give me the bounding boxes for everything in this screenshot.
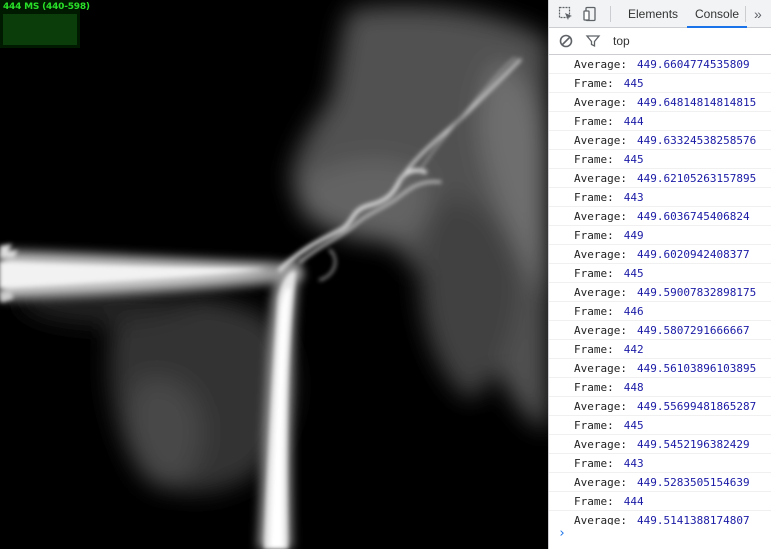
console-log-entry: Frame: 445 xyxy=(549,264,771,283)
log-label: Average: xyxy=(574,514,627,525)
filter-icon[interactable] xyxy=(585,33,601,49)
console-log-entry: Average: 449.64814814814815 xyxy=(549,93,771,112)
console-log-entry: Frame: 448 xyxy=(549,378,771,397)
log-value: 448 xyxy=(623,381,644,394)
devtools-panel: Elements Console » top Average: 449.66047… xyxy=(548,0,771,549)
log-value: 445 xyxy=(623,419,644,432)
log-label: Average: xyxy=(574,248,627,261)
console-log-entry: Average: 449.55699481865287 xyxy=(549,397,771,416)
log-value: 449.5452196382429 xyxy=(636,438,750,451)
console-log-entry: Frame: 444 xyxy=(549,112,771,131)
console-log[interactable]: Average: 449.6604774535809 Frame: 445 Averag… xyxy=(549,55,771,525)
more-tabs-button[interactable]: » xyxy=(754,0,762,28)
log-label: Frame: xyxy=(574,115,614,128)
log-label: Frame: xyxy=(574,153,614,166)
console-log-entry: Average: 449.6036745406824 xyxy=(549,207,771,226)
log-label: Average: xyxy=(574,134,627,147)
log-value: 443 xyxy=(623,457,644,470)
console-log-entry: Frame: 445 xyxy=(549,74,771,93)
clear-console-icon[interactable] xyxy=(558,33,574,49)
execution-context-selector[interactable]: top xyxy=(613,34,630,48)
console-log-entry: Frame: 445 xyxy=(549,416,771,435)
devtools-tab-bar: Elements Console » xyxy=(549,0,771,28)
tab-elements[interactable]: Elements xyxy=(628,0,678,28)
console-log-entry: Frame: 444 xyxy=(549,492,771,511)
console-log-entry: Average: 449.59007832898175 xyxy=(549,283,771,302)
log-label: Frame: xyxy=(574,77,614,90)
log-value: 449.5807291666667 xyxy=(636,324,750,337)
console-log-entry: Frame: 446 xyxy=(549,302,771,321)
prompt-chevron-icon: › xyxy=(558,526,566,541)
log-label: Frame: xyxy=(574,495,614,508)
log-value: 449.63324538258576 xyxy=(636,134,757,147)
console-log-entry: Average: 449.62105263157895 xyxy=(549,169,771,188)
log-value: 445 xyxy=(623,153,644,166)
console-toolbar: top xyxy=(549,28,771,55)
log-label: Average: xyxy=(574,324,627,337)
console-log-entry: Frame: 442 xyxy=(549,340,771,359)
log-label: Average: xyxy=(574,438,627,451)
log-value: 449.5283505154639 xyxy=(636,476,750,489)
log-value: 449.56103896103895 xyxy=(636,362,757,375)
log-value: 449.55699481865287 xyxy=(636,400,757,413)
console-log-entry: Average: 449.5141388174807 xyxy=(549,511,771,525)
log-value: 449.6020942408377 xyxy=(636,248,750,261)
log-value: 444 xyxy=(623,115,644,128)
log-label: Average: xyxy=(574,286,627,299)
log-label: Average: xyxy=(574,58,627,71)
toolbar-divider xyxy=(745,6,746,22)
log-value: 449.59007832898175 xyxy=(636,286,757,299)
log-value: 449.5141388174807 xyxy=(636,514,750,525)
inspect-element-icon[interactable] xyxy=(558,6,574,22)
log-label: Average: xyxy=(574,96,627,109)
log-value: 445 xyxy=(623,77,644,90)
log-label: Frame: xyxy=(574,191,614,204)
simulation-canvas[interactable]: 444 MS (440-598) xyxy=(0,0,548,549)
log-label: Frame: xyxy=(574,457,614,470)
fps-stats-panel[interactable]: 444 MS (440-598) xyxy=(0,0,90,48)
log-label: Frame: xyxy=(574,419,614,432)
log-value: 446 xyxy=(623,305,644,318)
log-label: Average: xyxy=(574,210,627,223)
console-log-entry: Average: 449.5807291666667 xyxy=(549,321,771,340)
log-value: 449.62105263157895 xyxy=(636,172,757,185)
log-value: 442 xyxy=(623,343,644,356)
log-label: Frame: xyxy=(574,305,614,318)
frame-time-readout: 444 MS (440-598) xyxy=(3,2,90,12)
log-label: Average: xyxy=(574,362,627,375)
log-value: 443 xyxy=(623,191,644,204)
toolbar-divider xyxy=(610,6,611,22)
console-log-entry: Average: 449.5283505154639 xyxy=(549,473,771,492)
log-label: Frame: xyxy=(574,343,614,356)
console-log-entry: Average: 449.5452196382429 xyxy=(549,435,771,454)
console-log-entry: Frame: 443 xyxy=(549,454,771,473)
log-value: 445 xyxy=(623,267,644,280)
console-log-entry: Frame: 445 xyxy=(549,150,771,169)
log-label: Frame: xyxy=(574,229,614,242)
console-log-entry: Frame: 443 xyxy=(549,188,771,207)
log-value: 449 xyxy=(623,229,644,242)
log-label: Average: xyxy=(574,476,627,489)
log-label: Frame: xyxy=(574,267,614,280)
smoke-simulation-render xyxy=(0,0,548,549)
console-log-entry: Frame: 449 xyxy=(549,226,771,245)
log-value: 449.6036745406824 xyxy=(636,210,750,223)
console-log-entry: Average: 449.6020942408377 xyxy=(549,245,771,264)
console-log-entry: Average: 449.56103896103895 xyxy=(549,359,771,378)
console-log-entry: Average: 449.63324538258576 xyxy=(549,131,771,150)
tab-console[interactable]: Console xyxy=(687,0,748,28)
device-toolbar-icon[interactable] xyxy=(583,6,599,22)
console-prompt[interactable]: › xyxy=(549,525,771,545)
log-label: Frame: xyxy=(574,381,614,394)
log-label: Average: xyxy=(574,172,627,185)
log-label: Average: xyxy=(574,400,627,413)
frame-time-graph xyxy=(3,14,77,45)
console-log-entry: Average: 449.6604774535809 xyxy=(549,55,771,74)
log-value: 449.6604774535809 xyxy=(636,58,750,71)
log-value: 449.64814814814815 xyxy=(636,96,757,109)
log-value: 444 xyxy=(623,495,644,508)
